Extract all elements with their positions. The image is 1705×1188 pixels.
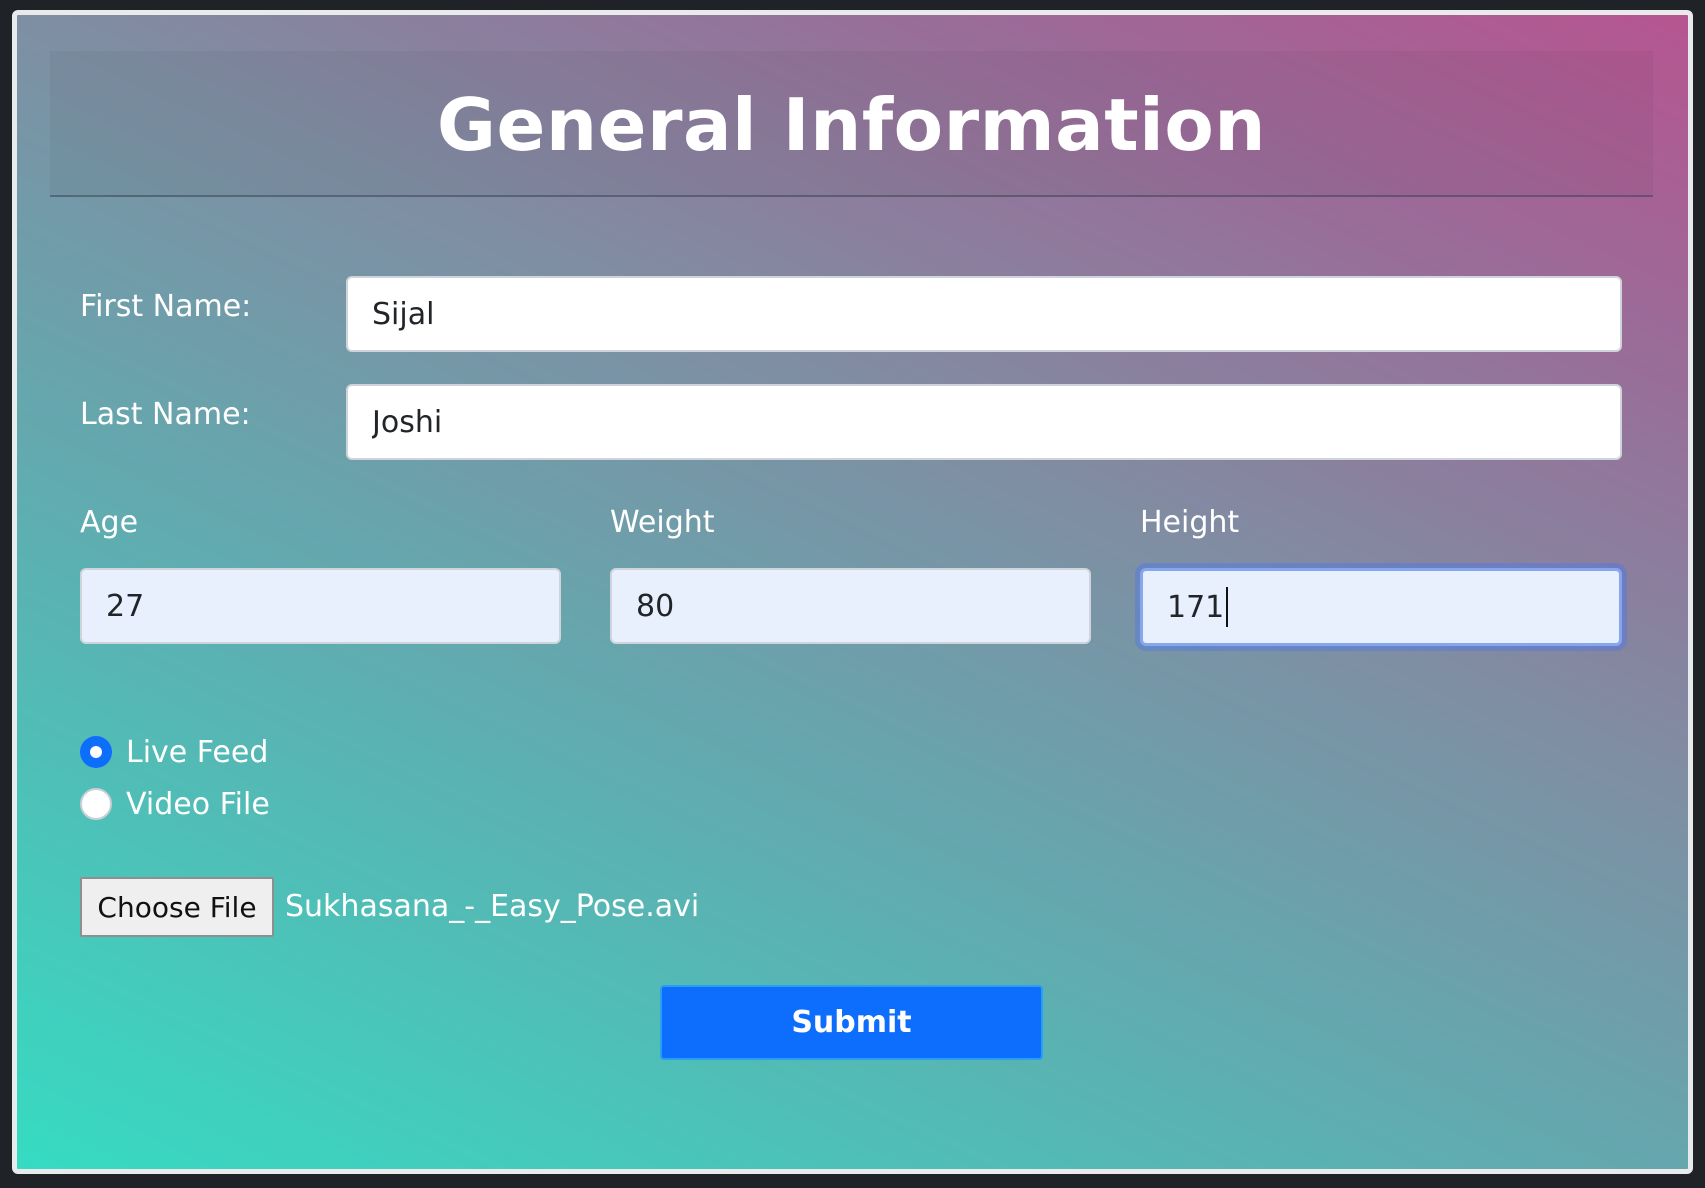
radio-video-file-label: Video File	[126, 786, 270, 822]
age-input[interactable]	[80, 568, 561, 644]
radio-checked-icon[interactable]	[80, 736, 112, 768]
last-name-input[interactable]	[346, 384, 1622, 460]
radio-live-feed-label: Live Feed	[126, 734, 269, 770]
height-input[interactable]: 171	[1140, 568, 1622, 646]
first-name-label: First Name:	[80, 289, 252, 324]
weight-label: Weight	[610, 505, 715, 540]
radio-unchecked-icon[interactable]	[80, 788, 112, 820]
form-window: General Information First Name: Last Nam…	[12, 10, 1693, 1174]
first-name-input[interactable]	[346, 276, 1622, 352]
page-header: General Information	[50, 51, 1653, 197]
weight-input[interactable]	[610, 568, 1091, 644]
radio-video-file[interactable]: Video File	[80, 784, 270, 824]
height-label: Height	[1140, 505, 1240, 540]
age-label: Age	[80, 505, 139, 540]
selected-file-name: Sukhasana_-_Easy_Pose.avi	[285, 889, 700, 924]
submit-button[interactable]: Submit	[660, 985, 1043, 1060]
page-title: General Information	[436, 83, 1267, 167]
height-input-value: 171	[1167, 589, 1225, 625]
last-name-label: Last Name:	[80, 397, 251, 432]
text-caret	[1226, 587, 1229, 627]
choose-file-button[interactable]: Choose File	[80, 877, 274, 937]
radio-live-feed[interactable]: Live Feed	[80, 732, 268, 772]
